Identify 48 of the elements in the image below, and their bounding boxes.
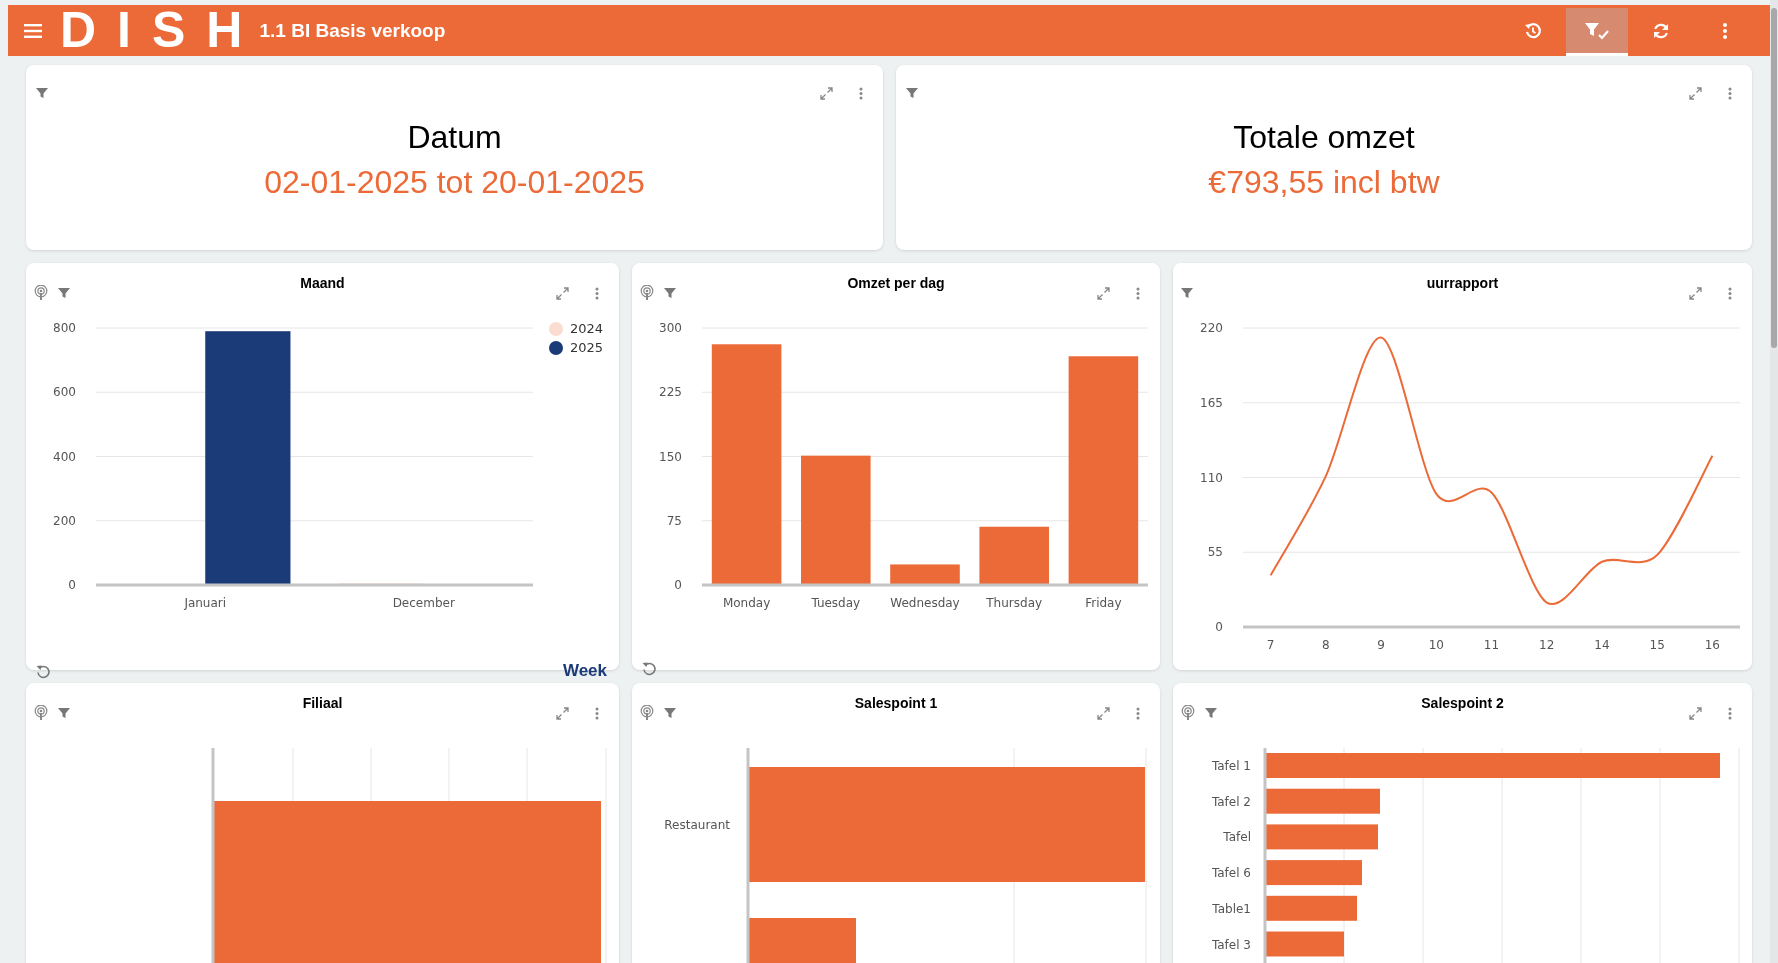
chart-title: Omzet per dag <box>847 275 945 291</box>
axis-label: December <box>392 596 455 610</box>
axis-label: 150 <box>659 449 682 464</box>
axis-label: Tafel 6 <box>1211 866 1251 881</box>
axis-label: 400 <box>53 449 76 464</box>
axis-label: 800 <box>53 321 76 335</box>
axis-label: 8 <box>1322 638 1330 652</box>
axis-label: 0 <box>68 578 76 592</box>
axis-label: 14 <box>1594 638 1610 652</box>
axis-label: 0 <box>674 578 682 592</box>
axis-label: 200 <box>53 513 76 528</box>
axis-label: 75 <box>666 513 682 528</box>
kpi-value: 02-01-2025 tot 20-01-2025 <box>264 164 645 201</box>
axis-label: 110 <box>1200 470 1223 485</box>
axis-label: 165 <box>1200 395 1223 410</box>
kpi-title: Datum <box>407 119 502 156</box>
axis-label: 9 <box>1377 638 1385 652</box>
axis-label: Restaurant <box>664 818 730 832</box>
chart-title: uurrapport <box>1426 275 1499 291</box>
axis-label: Tafel 3 <box>1211 937 1251 952</box>
axis-label: 7 <box>1266 638 1275 652</box>
axis-label: Tuesday <box>811 596 861 610</box>
axis-label: Tafel <box>1223 830 1251 845</box>
axis-label: 55 <box>1207 545 1223 560</box>
axis-label: 15 <box>1649 638 1665 652</box>
axis-label: 220 <box>1200 321 1223 335</box>
axis-label: 225 <box>659 385 682 400</box>
axis-label: Wednesday <box>890 596 960 610</box>
axis-label: 10 <box>1428 638 1444 652</box>
axis-label: 12 <box>1539 638 1555 652</box>
kpi-title: Totale omzet <box>1233 119 1415 156</box>
axis-label: 16 <box>1704 638 1721 652</box>
axis-label: 11 <box>1483 638 1500 652</box>
axis-label: Tafel 1 <box>1211 759 1251 773</box>
axis-label: Table1 <box>1212 901 1251 916</box>
axis-label: Friday <box>1085 596 1122 610</box>
axis-label: 0 <box>1215 620 1223 634</box>
kpi-value: €793,55 incl btw <box>1208 164 1440 201</box>
axis-label: Tafel 2 <box>1211 794 1251 809</box>
axis-label: Monday <box>722 596 771 610</box>
axis-label: 600 <box>53 385 76 400</box>
axis-label: Thursday <box>986 596 1043 610</box>
axis-label: 300 <box>659 321 682 335</box>
chart-title: Maand <box>300 275 345 291</box>
chart-title: Salespoint 2 <box>1421 695 1504 711</box>
axis-label: Januari <box>184 596 227 610</box>
chart-title: Filiaal <box>302 695 343 711</box>
chart-title: Salespoint 1 <box>854 695 938 711</box>
